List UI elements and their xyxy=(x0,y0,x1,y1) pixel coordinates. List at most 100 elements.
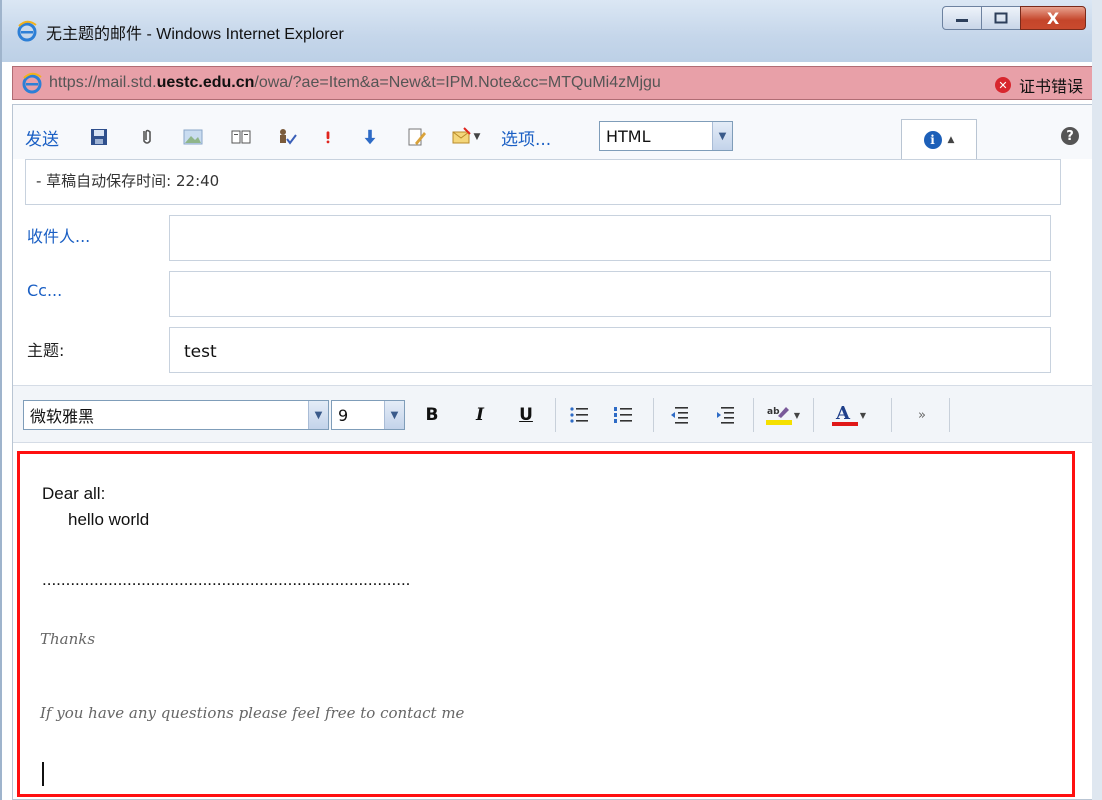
ie-page-icon xyxy=(22,72,42,94)
low-importance-button[interactable] xyxy=(361,125,379,149)
chevron-down-icon: ▼ xyxy=(473,132,481,142)
close-icon: X xyxy=(1046,8,1060,28)
font-color-button[interactable]: A ▼ xyxy=(827,402,871,428)
url-prefix: https://mail.std. xyxy=(49,74,157,91)
chevron-down-icon: ▼ xyxy=(793,410,801,420)
send-label: 发送 xyxy=(25,129,59,150)
edit-signature-icon xyxy=(408,128,426,146)
attach-button[interactable] xyxy=(137,125,157,149)
highlight-icon: ab xyxy=(765,407,792,425)
signature-thanks: Thanks xyxy=(40,630,96,648)
paperclip-icon xyxy=(143,129,151,144)
certificate-error[interactable]: ✕ 证书错误 xyxy=(994,73,1083,97)
to-field[interactable] xyxy=(169,215,1051,261)
chevron-down-icon: ▼ xyxy=(712,122,732,150)
compose-pane: 发送 ▼ 选项... HTML ▼ i ▲ ? - 草稿自动保存时间: 22:4… xyxy=(12,104,1094,800)
address-book-button[interactable] xyxy=(229,125,253,149)
exclamation-icon xyxy=(326,131,330,144)
numbered-list-icon xyxy=(614,407,632,423)
scrollbar[interactable] xyxy=(1092,0,1102,800)
save-icon xyxy=(91,129,107,145)
font-select[interactable]: 微软雅黑 ▼ xyxy=(23,400,329,430)
down-arrow-icon xyxy=(364,129,376,145)
numbering-button[interactable] xyxy=(611,402,635,428)
decrease-indent-button[interactable] xyxy=(667,402,691,428)
envelope-icon xyxy=(452,127,471,144)
body-dotted-line: ........................................… xyxy=(42,570,411,589)
info-icon: i xyxy=(923,130,942,149)
minimize-icon xyxy=(956,19,968,22)
message-options-button[interactable]: ▼ xyxy=(449,125,483,149)
svg-text:ab: ab xyxy=(767,407,780,417)
window-title: 无主题的邮件 - Windows Internet Explorer xyxy=(46,26,344,43)
save-button[interactable] xyxy=(87,125,111,149)
ie-icon xyxy=(17,20,37,42)
formatting-toolbar: 微软雅黑 ▼ 9 ▼ B I U ab ▼ A ▼ » xyxy=(13,385,1093,443)
browser-window: 无主题的邮件 - Windows Internet Explorer X htt… xyxy=(0,0,1102,800)
image-icon xyxy=(183,129,203,145)
toolbar-separator xyxy=(813,398,814,432)
underline-button[interactable]: U xyxy=(515,402,537,428)
subject-field[interactable]: test xyxy=(169,327,1051,373)
window-controls: X xyxy=(942,6,1086,30)
toolbar-separator xyxy=(891,398,892,432)
font-size-select[interactable]: 9 ▼ xyxy=(331,400,405,430)
maximize-button[interactable] xyxy=(981,6,1021,30)
double-chevron-down-icon: » xyxy=(918,407,926,423)
bullet-list-icon xyxy=(570,407,588,423)
url-text: https://mail.std.uestc.edu.cn/owa/?ae=It… xyxy=(49,74,661,92)
high-importance-button[interactable] xyxy=(321,125,335,149)
indent-icon xyxy=(717,407,734,424)
increase-indent-button[interactable] xyxy=(713,402,737,428)
error-icon: ✕ xyxy=(994,77,1011,93)
options-label: 选项... xyxy=(501,129,552,150)
url-suffix: /owa/?ae=Item&a=New&t=IPM.Note&cc=MTQuMi… xyxy=(254,74,661,91)
toolbar-separator xyxy=(949,398,950,432)
help-icon[interactable]: ? xyxy=(1061,127,1079,145)
to-button[interactable]: 收件人... xyxy=(27,223,90,247)
toolbar-separator xyxy=(653,398,654,432)
message-body-editor[interactable]: Dear all: hello world ..................… xyxy=(17,451,1075,797)
check-names-button[interactable] xyxy=(275,125,299,149)
compose-toolbar: 发送 ▼ 选项... HTML ▼ i ▲ ? xyxy=(13,105,1093,159)
body-line-text: hello world xyxy=(68,510,150,529)
certificate-error-label: 证书错误 xyxy=(1018,77,1083,96)
body-line-greeting: Dear all: xyxy=(42,484,106,503)
chevron-up-icon: ▲ xyxy=(947,134,955,145)
font-size-value: 9 xyxy=(338,405,349,425)
check-names-icon xyxy=(280,129,297,145)
address-bar[interactable]: https://mail.std.uestc.edu.cn/owa/?ae=It… xyxy=(12,66,1096,100)
signature-contact: If you have any questions please feel fr… xyxy=(40,704,465,722)
text-cursor xyxy=(42,762,44,786)
toolbar-separator xyxy=(555,398,556,432)
chevron-down-icon: ▼ xyxy=(384,401,404,429)
chevron-down-icon: ▼ xyxy=(859,410,867,420)
cc-field[interactable] xyxy=(169,271,1051,317)
insert-image-button[interactable] xyxy=(181,125,205,149)
svg-text:A: A xyxy=(835,403,851,424)
format-select[interactable]: HTML ▼ xyxy=(599,121,733,151)
options-link[interactable]: 选项... xyxy=(501,125,552,150)
bold-button[interactable]: B xyxy=(421,402,443,428)
bullets-button[interactable] xyxy=(567,402,591,428)
outdent-icon xyxy=(671,407,688,424)
format-select-value: HTML xyxy=(606,126,651,146)
draft-saved-status: - 草稿自动保存时间: 22:40 xyxy=(25,159,1061,205)
italic-button[interactable]: I xyxy=(469,402,491,428)
close-button[interactable]: X xyxy=(1020,6,1086,30)
font-color-icon: A xyxy=(831,403,858,426)
signature-button[interactable] xyxy=(405,125,429,149)
send-button[interactable]: 发送 xyxy=(25,125,59,150)
more-options-button[interactable]: » xyxy=(911,402,933,428)
info-tab[interactable]: i ▲ xyxy=(901,119,977,159)
book-icon xyxy=(231,130,251,144)
cc-button[interactable]: Cc... xyxy=(27,281,62,300)
maximize-icon xyxy=(994,12,1008,24)
url-domain: uestc.edu.cn xyxy=(156,74,255,91)
subject-label: 主题: xyxy=(27,341,65,360)
minimize-button[interactable] xyxy=(942,6,982,30)
toolbar-separator xyxy=(753,398,754,432)
font-select-value: 微软雅黑 xyxy=(30,407,95,426)
highlight-button[interactable]: ab ▼ xyxy=(763,402,803,428)
chevron-down-icon: ▼ xyxy=(308,401,328,429)
